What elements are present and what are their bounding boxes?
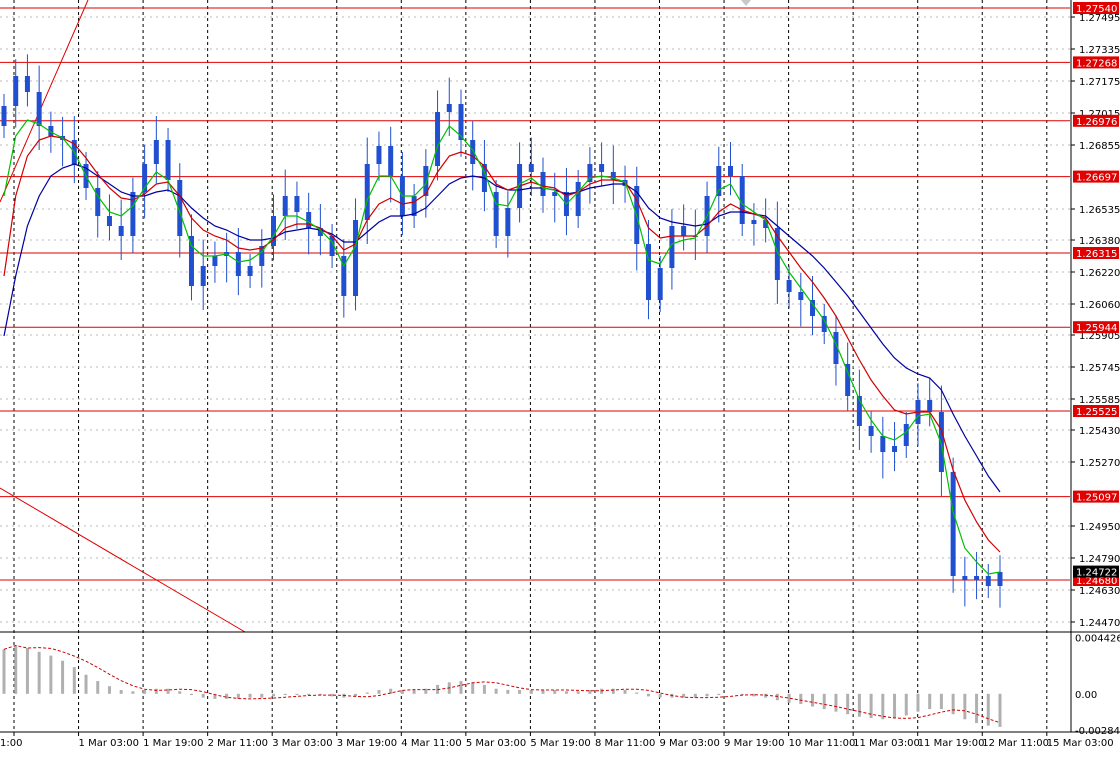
- x-tick-label: 4 Mar 11:00: [401, 738, 461, 749]
- candle-body: [938, 412, 944, 472]
- y-tick-label: 1.24790: [1079, 554, 1120, 565]
- candle-body: [153, 140, 159, 164]
- candle-body: [528, 164, 534, 172]
- y-tick-label: 1.24630: [1079, 586, 1120, 597]
- candle-body: [997, 572, 1003, 586]
- y-tick-label: 1.27335: [1079, 45, 1120, 56]
- x-tick-label: 5 Mar 03:00: [466, 738, 526, 749]
- x-tick-label: 3 Mar 19:00: [337, 738, 397, 749]
- y-tick-label: 1.24950: [1079, 522, 1120, 533]
- candle-body: [165, 140, 171, 180]
- price-chart[interactable]: 1.274951.273351.271751.270151.268551.265…: [0, 0, 1120, 758]
- candle-body: [388, 146, 394, 176]
- candle-body: [188, 236, 194, 286]
- x-tick-label: 1 Mar 19:00: [143, 738, 203, 749]
- y-tick-label: 1.25745: [1079, 363, 1120, 374]
- x-tick-label: 3 Mar 03:00: [272, 738, 332, 749]
- y-tick-label: 1.24470: [1079, 618, 1120, 629]
- candle-body: [786, 280, 792, 292]
- candle-body: [353, 220, 359, 296]
- y-tick-label: 1.26855: [1079, 141, 1120, 152]
- level-price-text: 1.26976: [1076, 117, 1117, 128]
- candle-body: [470, 140, 476, 164]
- candle-body: [200, 266, 206, 286]
- candle-body: [798, 292, 804, 300]
- candle-body: [727, 166, 733, 176]
- x-tick-label: 9 Mar 19:00: [724, 738, 784, 749]
- x-tick-label: 12 Mar 11:00: [982, 738, 1049, 749]
- x-tick-label: 2 Mar 11:00: [208, 738, 268, 749]
- candle-body: [892, 446, 898, 452]
- candle-body: [235, 252, 241, 276]
- x-tick-label: 1:00: [0, 738, 22, 749]
- y-tick-label: 1.26535: [1079, 205, 1120, 216]
- x-tick-label: 11 Mar 19:00: [918, 738, 985, 749]
- candle-body: [36, 92, 42, 126]
- candle-body: [505, 208, 511, 236]
- candle-body: [247, 266, 253, 276]
- candle-body: [364, 164, 370, 220]
- candle-body: [306, 212, 312, 228]
- y-tick-label: 1.27175: [1079, 77, 1120, 88]
- candle-body: [880, 436, 886, 452]
- x-tick-label: 5 Mar 19:00: [530, 738, 590, 749]
- y-tick-label: 1.25270: [1079, 458, 1120, 469]
- candle-body: [282, 196, 288, 216]
- level-price-text: 1.26697: [1076, 173, 1117, 184]
- y-tick-label: 1.26220: [1079, 268, 1120, 279]
- candle-body: [24, 76, 30, 92]
- chart-background: [0, 0, 1120, 758]
- level-price-text: 1.25944: [1076, 323, 1117, 334]
- candle-body: [118, 226, 124, 236]
- level-price-text: 1.27540: [1076, 4, 1117, 15]
- osc-tick-label: 0.00: [1075, 690, 1097, 701]
- candle-body: [13, 76, 19, 106]
- candle-body: [575, 182, 581, 216]
- candle-body: [106, 216, 112, 226]
- x-tick-label: 15 Mar 03:00: [1047, 738, 1114, 749]
- candle-body: [868, 426, 874, 436]
- candle-body: [657, 268, 663, 300]
- current-price-text: 1.24722: [1076, 568, 1117, 579]
- y-tick-label: 1.25585: [1079, 395, 1120, 406]
- candle-body: [435, 112, 441, 166]
- candle-body: [681, 226, 687, 236]
- candle-body: [985, 576, 991, 586]
- candle-body: [950, 472, 956, 576]
- level-price-text: 1.25525: [1076, 407, 1117, 418]
- candle-body: [962, 576, 968, 580]
- candle-body: [446, 104, 452, 112]
- candle-body: [903, 424, 909, 446]
- candle-body: [540, 172, 546, 196]
- candle-body: [974, 576, 980, 580]
- candle-body: [599, 164, 605, 172]
- x-tick-label: 9 Mar 03:00: [660, 738, 720, 749]
- candle-body: [294, 196, 300, 212]
- candle-body: [376, 146, 382, 164]
- candle-body: [927, 400, 933, 412]
- osc-tick-label: 0.004426: [1075, 633, 1120, 644]
- x-tick-label: 8 Mar 11:00: [595, 738, 655, 749]
- level-price-text: 1.26315: [1076, 249, 1117, 260]
- x-tick-label: 10 Mar 11:00: [789, 738, 856, 749]
- osc-tick-label: -0.002841: [1075, 726, 1120, 737]
- x-tick-label: 1 Mar 03:00: [79, 738, 139, 749]
- candle-body: [1, 106, 7, 126]
- level-price-text: 1.25097: [1076, 493, 1117, 504]
- y-tick-label: 1.26380: [1079, 236, 1120, 247]
- y-tick-label: 1.25430: [1079, 426, 1120, 437]
- y-tick-label: 1.26060: [1079, 300, 1120, 311]
- x-tick-label: 11 Mar 03:00: [853, 738, 920, 749]
- candle-body: [751, 220, 757, 224]
- candle-body: [212, 256, 218, 266]
- level-price-text: 1.27268: [1076, 58, 1117, 69]
